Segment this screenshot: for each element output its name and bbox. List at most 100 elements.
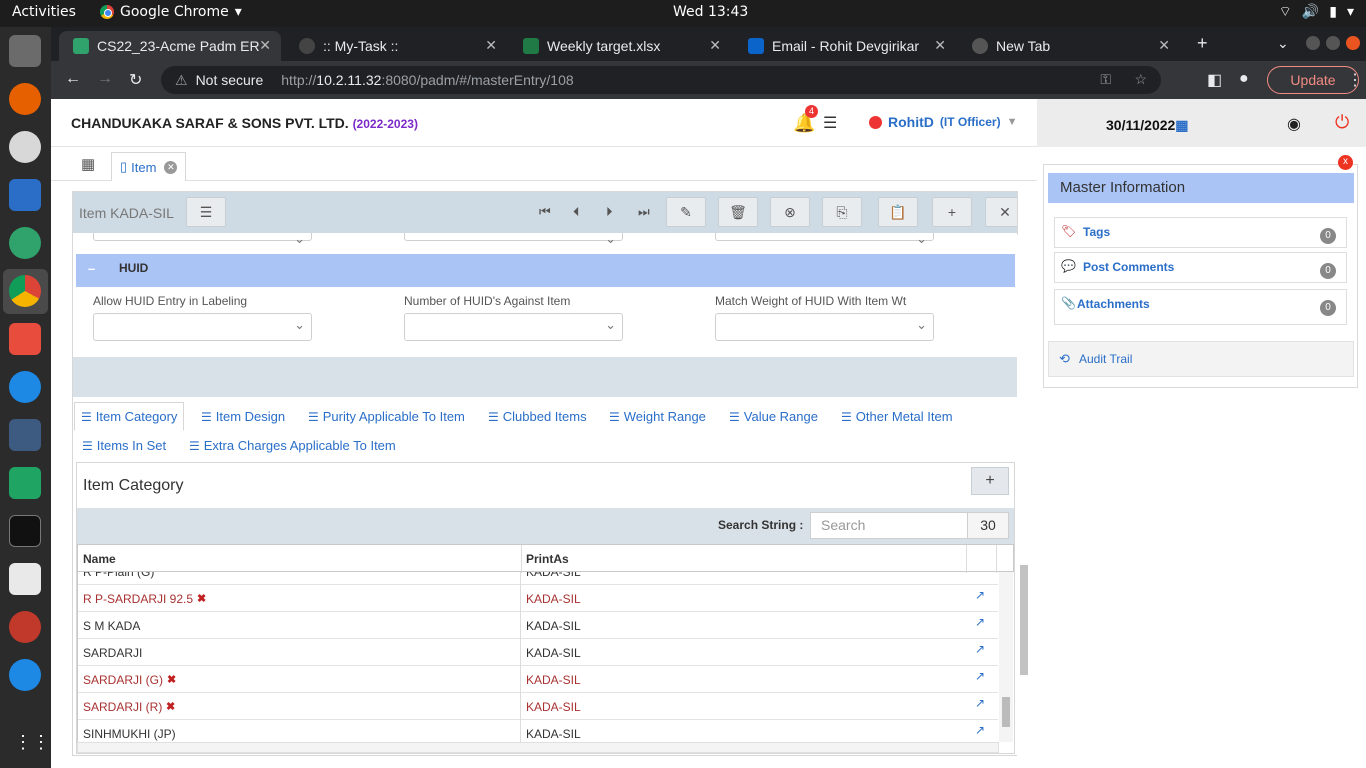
form-scrollbar[interactable] [1017, 235, 1031, 756]
calculator-icon[interactable] [9, 563, 41, 595]
reload-icon[interactable]: ↻ [129, 70, 142, 90]
tab-item-design[interactable]: ☰ Item Design [201, 409, 285, 424]
bookmark-star-icon[interactable]: ☆ [1134, 71, 1147, 88]
huid-count-select[interactable] [404, 313, 623, 341]
tab-item[interactable]: ▯ Item ✕ [111, 152, 187, 181]
files-icon[interactable] [9, 35, 41, 67]
anydesk-icon[interactable] [9, 323, 41, 355]
menu-icon[interactable]: ⋮ [1347, 70, 1363, 90]
first-record-icon[interactable]: ⏮ [539, 204, 551, 220]
close-master-panel-icon[interactable]: x [1338, 155, 1353, 170]
activities-button[interactable]: Activities [12, 4, 76, 20]
system-tray[interactable]: ⌔ 🔊 ▮ ▾ [1279, 3, 1354, 21]
back-icon[interactable]: ← [65, 70, 81, 88]
match-weight-select[interactable] [715, 313, 934, 341]
audit-trail-item[interactable]: ⟲ Audit Trail [1048, 341, 1354, 377]
app-menu[interactable]: Google Chrome ▾ [100, 4, 242, 20]
external-link-icon[interactable]: ↗ [975, 615, 985, 629]
tab-search-icon[interactable]: ⌄ [1277, 35, 1289, 52]
phone-icon[interactable] [9, 659, 41, 691]
close-icon[interactable]: ✕ [709, 37, 721, 54]
close-icon[interactable]: ✕ [164, 160, 178, 174]
tab-purity[interactable]: ☰ Purity Applicable To Item [308, 409, 465, 424]
new-tab-button[interactable]: + [1197, 33, 1208, 54]
key-icon[interactable]: ⚿ [1100, 71, 1111, 88]
tab-clubbed-items[interactable]: ☰ Clubbed Items [488, 409, 587, 424]
next-record-icon[interactable]: ⏵ [606, 204, 613, 220]
writer-icon[interactable] [9, 179, 41, 211]
collapse-icon[interactable]: – [88, 261, 95, 276]
clock[interactable]: Wed 13:43 [673, 4, 748, 20]
scroll-thumb[interactable] [1002, 697, 1010, 727]
table-row[interactable]: R P-Plain (G) KADA-SIL ↗ [78, 572, 998, 585]
select-field[interactable] [404, 233, 623, 247]
grid-scrollbar[interactable] [999, 572, 1013, 742]
copy-button[interactable]: ⎘ [822, 197, 862, 227]
paste-button[interactable]: 📋 [878, 197, 918, 227]
external-link-icon[interactable]: ↗ [975, 696, 985, 710]
allow-huid-select[interactable] [93, 313, 312, 341]
close-icon[interactable]: ✕ [485, 37, 497, 54]
power-icon[interactable]: ⏻ [1335, 112, 1349, 133]
table-row[interactable]: R P-SARDARJI 92.5 ✖ KADA-SIL ↗ [78, 585, 998, 612]
browser-tab[interactable]: New Tab ✕ [958, 31, 1180, 61]
select-field[interactable] [93, 233, 312, 247]
apps-grid-icon[interactable]: ⋮⋮⋮ [14, 732, 68, 753]
previous-record-icon[interactable]: ⏴ [573, 204, 580, 220]
update-button[interactable]: Update [1267, 66, 1359, 94]
column-header-printas[interactable]: PrintAs [526, 552, 569, 566]
search-input[interactable]: Search [810, 512, 968, 539]
server-icon[interactable]: ☰ [823, 113, 837, 133]
external-link-icon[interactable]: ↗ [975, 572, 985, 575]
section-header-huid[interactable]: – HUID [76, 254, 1015, 287]
user-menu[interactable]: RohitD (IT Officer) ▼ [869, 114, 1017, 130]
current-date[interactable]: 30/11/2022▦ [1106, 117, 1189, 134]
maximize-button[interactable] [1326, 36, 1340, 50]
page-size[interactable]: 30 [967, 512, 1009, 539]
table-row[interactable]: S M KADA KADA-SIL ↗ [78, 612, 998, 639]
post-comments-item[interactable]: 💬 Post Comments 0 [1054, 252, 1347, 283]
network-icon[interactable] [9, 419, 41, 451]
vpn-icon[interactable] [9, 227, 41, 259]
sidepanel-icon[interactable]: ◧ [1207, 70, 1222, 90]
phone-icon[interactable] [9, 371, 41, 403]
list-view-button[interactable]: ☰ [186, 197, 226, 227]
external-link-icon[interactable]: ↗ [975, 588, 985, 602]
forward-icon[interactable]: → [97, 70, 113, 88]
tab-other-metal[interactable]: ☰ Other Metal Item [841, 409, 953, 424]
table-row[interactable]: SARDARJI (G) ✖ KADA-SIL ↗ [78, 666, 998, 693]
browser-tab[interactable]: Weekly target.xlsx ✕ [509, 31, 731, 61]
address-bar[interactable]: ⚠ Not secure http://10.2.11.32:8080/padm… [161, 66, 1161, 94]
close-icon[interactable]: ✕ [934, 37, 946, 54]
tab-item-category[interactable]: ☰ Item Category [74, 402, 185, 431]
rhythmbox-icon[interactable] [9, 131, 41, 163]
firefox-icon[interactable] [9, 83, 41, 115]
profile-icon[interactable]: ● [1239, 70, 1249, 88]
tags-item[interactable]: 🏷 Tags 0 [1054, 217, 1347, 248]
external-link-icon[interactable]: ↗ [975, 642, 985, 656]
sheets-icon[interactable] [9, 467, 41, 499]
browser-tab[interactable]: :: My-Task :: ✕ [285, 31, 507, 61]
eye-slash-icon[interactable]: ◉ [1287, 114, 1301, 134]
grid-menu-icon[interactable]: ▦ [81, 155, 95, 173]
edit-button[interactable]: ✎ [666, 197, 706, 227]
tab-extra-charges[interactable]: ☰ Extra Charges Applicable To Item [189, 438, 396, 453]
chrome-icon[interactable] [9, 275, 41, 307]
attachments-item[interactable]: 📎 Attachments 0 [1054, 289, 1347, 325]
minimize-button[interactable] [1306, 36, 1320, 50]
column-header-name[interactable]: Name [83, 552, 116, 566]
external-link-icon[interactable]: ↗ [975, 723, 985, 737]
settings-icon[interactable] [9, 611, 41, 643]
table-row[interactable]: SARDARJI KADA-SIL ↗ [78, 639, 998, 666]
external-link-icon[interactable]: ↗ [975, 669, 985, 683]
table-row[interactable]: SINHMUKHI (JP) KADA-SIL ↗ [78, 720, 998, 742]
tab-value-range[interactable]: ☰ Value Range [729, 409, 818, 424]
browser-tab[interactable]: CS22_23-Acme Padm ER ✕ [59, 31, 281, 61]
close-icon[interactable]: ✕ [1158, 37, 1170, 54]
table-row[interactable]: SARDARJI (R) ✖ KADA-SIL ↗ [78, 693, 998, 720]
delete-button[interactable]: 🗑 [718, 197, 758, 227]
grid-hscrollbar[interactable] [77, 742, 999, 753]
close-window-button[interactable] [1346, 36, 1360, 50]
tab-weight-range[interactable]: ☰ Weight Range [609, 409, 706, 424]
last-record-icon[interactable]: ⏭ [638, 204, 650, 220]
